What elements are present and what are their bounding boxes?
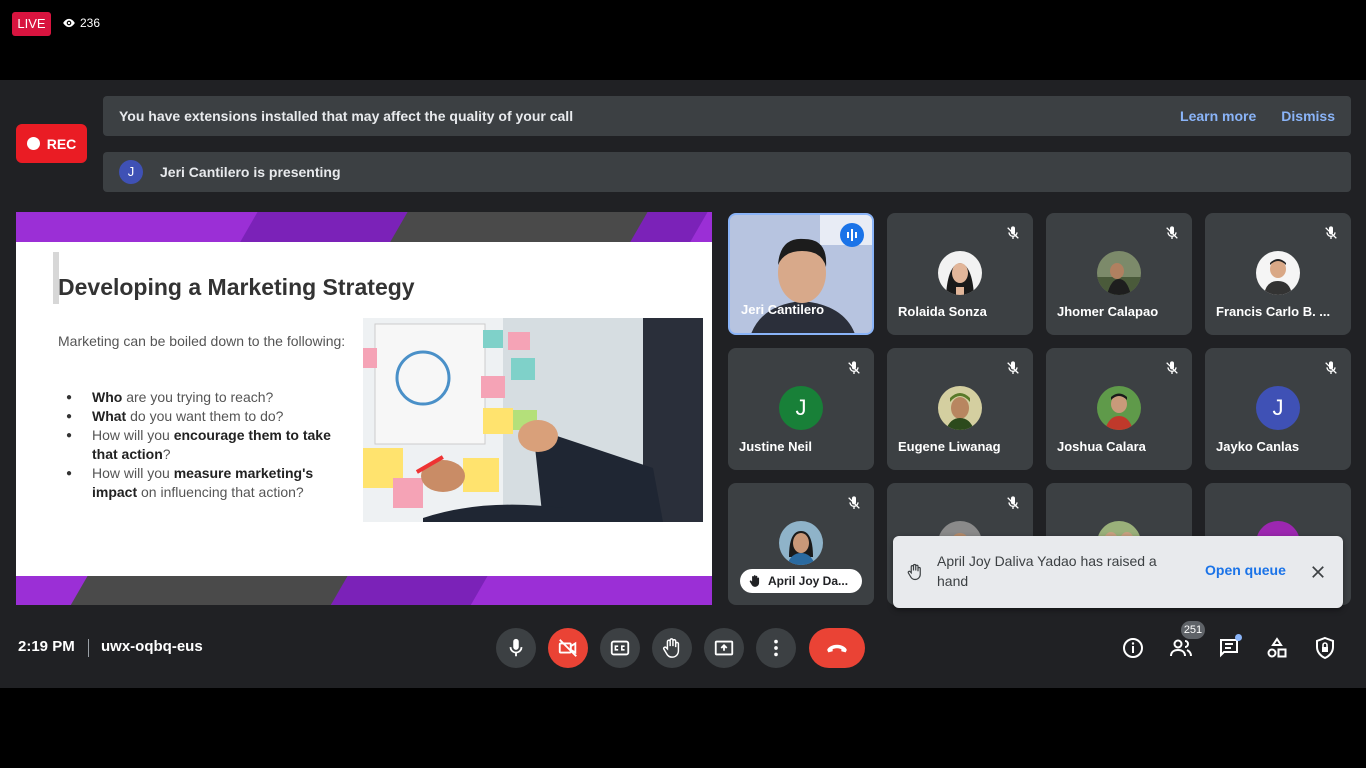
presenting-banner: J Jeri Cantilero is presenting xyxy=(103,152,1351,192)
participant-tile-rolaida-sonza[interactable]: Rolaida Sonza xyxy=(887,213,1033,335)
participant-avatar: J xyxy=(1256,386,1300,430)
more-vert-icon xyxy=(774,639,778,657)
participant-name: Jhomer Calapao xyxy=(1057,304,1159,319)
meet-window: REC You have extensions installed that m… xyxy=(0,80,1366,688)
raised-hand-icon xyxy=(749,575,760,587)
microphone-icon xyxy=(509,638,523,657)
mic-off-icon xyxy=(848,361,860,374)
raised-hand-notification: April Joy Daliva Yadao has raised a hand… xyxy=(893,536,1343,608)
divider xyxy=(88,639,89,657)
participant-avatar xyxy=(938,251,982,295)
slide-bottom-decoration xyxy=(16,576,712,605)
participant-avatar xyxy=(1097,251,1141,295)
end-call-icon xyxy=(827,644,847,653)
host-controls-icon[interactable] xyxy=(1313,636,1337,660)
camera-off-icon xyxy=(558,639,577,657)
participant-name: Eugene Liwanag xyxy=(898,439,1001,454)
more-options-button[interactable] xyxy=(756,628,796,668)
open-queue-button[interactable]: Open queue xyxy=(1205,562,1286,578)
present-screen-icon xyxy=(714,640,734,656)
slide-bullet: How will you encourage them to take that… xyxy=(58,426,360,464)
participant-tile-jeri-cantilero[interactable]: Jeri Cantilero xyxy=(728,213,874,335)
participant-name: Justine Neil xyxy=(739,439,812,454)
participant-avatar xyxy=(938,386,982,430)
participant-avatar xyxy=(1256,251,1300,295)
slide-intro-text: Marketing can be boiled down to the foll… xyxy=(58,333,346,349)
captions-button[interactable] xyxy=(600,628,640,668)
participant-name: April Joy Da... xyxy=(768,574,849,588)
chat-notification-dot xyxy=(1235,634,1242,641)
mic-off-icon xyxy=(1325,226,1337,239)
participant-tile-april-joy[interactable]: April Joy Da... xyxy=(728,483,874,605)
stream-header: LIVE 236 xyxy=(0,0,1366,80)
slide-bullet: How will you measure marketing's impact … xyxy=(58,464,360,502)
presenting-text: Jeri Cantilero is presenting xyxy=(160,164,341,180)
slide-top-decoration xyxy=(16,212,712,242)
participant-avatar: J xyxy=(779,386,823,430)
eye-icon xyxy=(63,18,75,28)
captions-icon xyxy=(610,640,630,656)
meeting-code: uwx-oqbq-eus xyxy=(101,638,203,655)
mic-off-icon xyxy=(1007,496,1019,509)
extensions-warning-text: You have extensions installed that may a… xyxy=(119,108,574,124)
slide-title: Developing a Marketing Strategy xyxy=(58,274,415,300)
participant-avatar xyxy=(1097,386,1141,430)
people-icon[interactable] xyxy=(1169,636,1193,660)
raised-hand-pill: April Joy Da... xyxy=(740,569,862,593)
camera-button[interactable] xyxy=(548,628,588,668)
close-icon[interactable] xyxy=(1309,563,1327,581)
mic-off-icon xyxy=(1007,226,1019,239)
raise-hand-button[interactable] xyxy=(652,628,692,668)
raised-hand-message: April Joy Daliva Yadao has raised a hand xyxy=(937,553,1157,589)
participant-name: Joshua Calara xyxy=(1057,439,1146,454)
activities-icon[interactable] xyxy=(1265,636,1289,660)
presenter-avatar: J xyxy=(119,160,143,184)
raised-hand-icon xyxy=(907,563,921,581)
participant-avatar xyxy=(779,521,823,565)
mic-off-icon xyxy=(1166,361,1178,374)
microphone-button[interactable] xyxy=(496,628,536,668)
slide-photo-sticky-notes xyxy=(363,318,703,522)
learn-more-link[interactable]: Learn more xyxy=(1180,108,1256,124)
slide-bullet-list: Who are you trying to reach? What do you… xyxy=(58,388,360,502)
mic-off-icon xyxy=(1325,361,1337,374)
mic-off-icon xyxy=(848,496,860,509)
slide-stripe xyxy=(64,576,358,605)
participant-name: Jeri Cantilero xyxy=(741,302,825,317)
speaking-indicator-icon xyxy=(840,223,864,247)
meeting-info-icon[interactable] xyxy=(1121,636,1145,660)
participant-name: Rolaida Sonza xyxy=(898,304,987,319)
mic-off-icon xyxy=(1007,361,1019,374)
dismiss-button[interactable]: Dismiss xyxy=(1281,108,1335,124)
slide-stripe xyxy=(234,212,418,242)
mic-off-icon xyxy=(1166,226,1178,239)
slide-bullet: Who are you trying to reach? xyxy=(58,388,360,407)
leave-call-button[interactable] xyxy=(809,628,865,668)
extensions-warning-banner: You have extensions installed that may a… xyxy=(103,96,1351,136)
participant-tile-joshua-calara[interactable]: Joshua Calara xyxy=(1046,348,1192,470)
participant-tile-jhomer-calapao[interactable]: Jhomer Calapao xyxy=(1046,213,1192,335)
viewer-count-value: 236 xyxy=(80,16,101,30)
participant-tile-eugene-liwanag[interactable]: Eugene Liwanag xyxy=(887,348,1033,470)
raise-hand-icon xyxy=(663,638,680,658)
participant-name: Francis Carlo B. ... xyxy=(1216,304,1331,319)
record-dot-icon xyxy=(26,137,40,150)
live-badge: LIVE xyxy=(12,12,51,36)
participant-tile-francis-carlo[interactable]: Francis Carlo B. ... xyxy=(1205,213,1351,335)
recording-indicator[interactable]: REC xyxy=(16,124,87,163)
viewer-count: 236 xyxy=(62,16,100,30)
participant-tile-jayko-canlas[interactable]: J Jayko Canlas xyxy=(1205,348,1351,470)
present-now-button[interactable] xyxy=(704,628,744,668)
participant-name: Jayko Canlas xyxy=(1216,439,1300,454)
rec-label: REC xyxy=(46,135,77,152)
people-count-badge: 251 xyxy=(1181,621,1205,639)
participant-tile-justine-neil[interactable]: J Justine Neil xyxy=(728,348,874,470)
slide-bullet: What do you want them to do? xyxy=(58,407,360,426)
slide-stripe xyxy=(324,576,488,605)
slide-stripe xyxy=(384,212,668,242)
presentation-slide: Developing a Marketing Strategy Marketin… xyxy=(16,212,712,605)
meeting-time: 2:19 PM xyxy=(18,638,75,655)
